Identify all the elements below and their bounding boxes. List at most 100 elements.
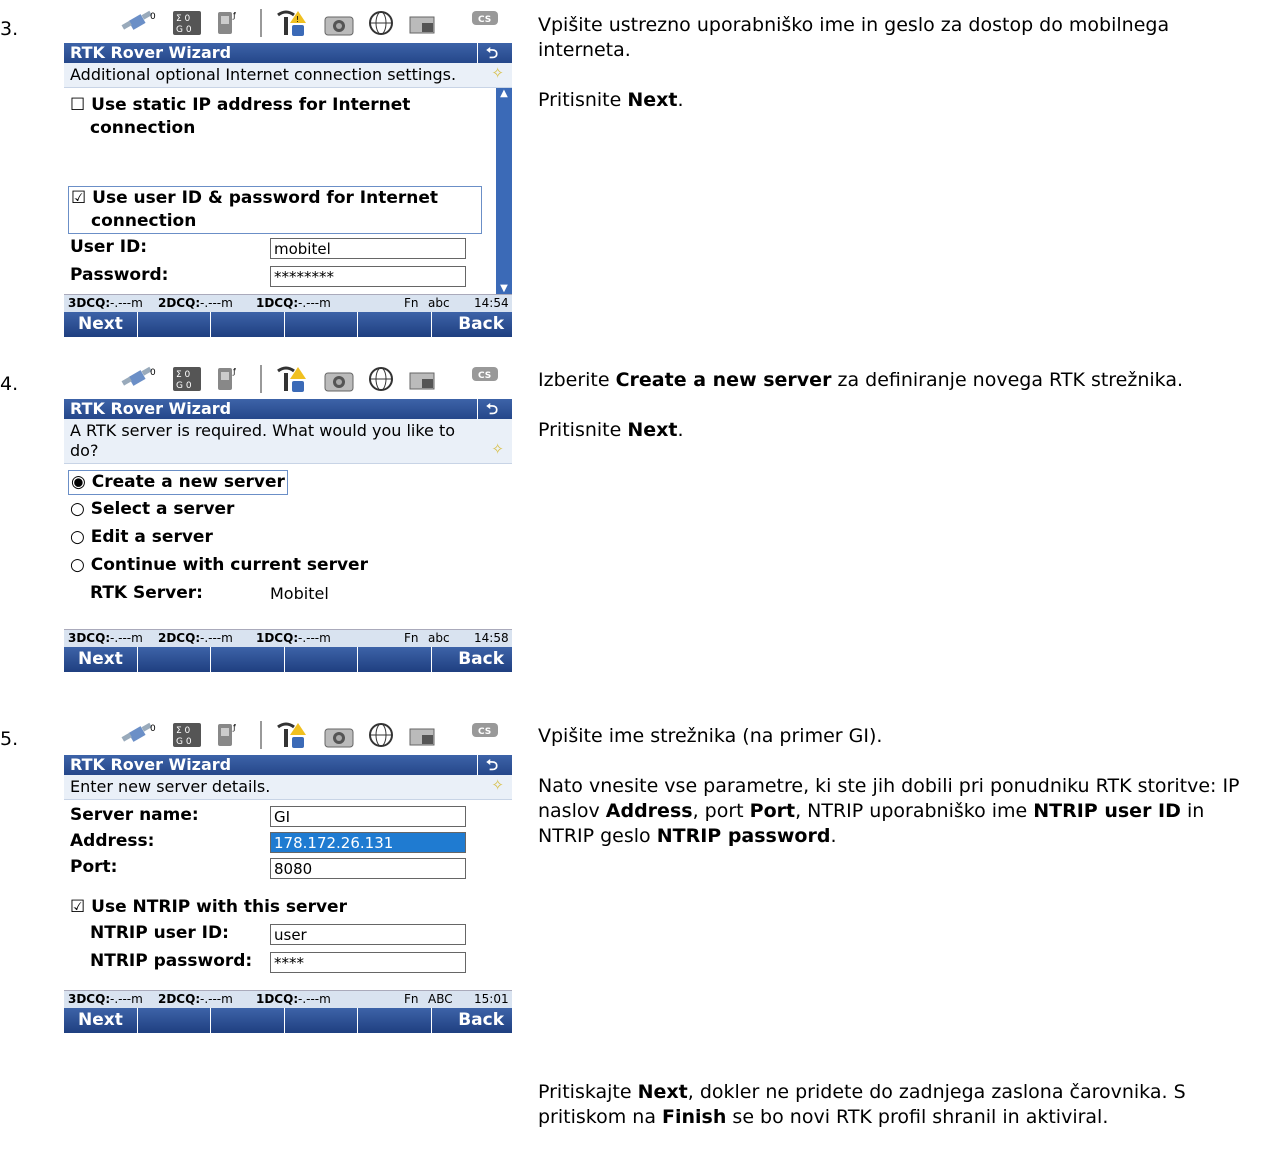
antenna-bluetooth-icon[interactable] xyxy=(274,721,308,749)
description-text: Izberite Create a new server za definira… xyxy=(538,369,1184,391)
camera-icon[interactable] xyxy=(322,721,356,749)
status-bar: 3DCQ: -.---m 2DCQ: -.---m 1DCQ: -.---m F… xyxy=(64,294,512,312)
sigma-g-icon[interactable]: Σ 0G 0 xyxy=(172,9,202,37)
camera-icon[interactable] xyxy=(322,365,356,393)
scroll-up-icon[interactable]: ▲ xyxy=(496,88,512,99)
svg-text:ƒ: ƒ xyxy=(232,723,236,732)
satellite-icon[interactable]: 0 xyxy=(120,721,160,749)
return-icon[interactable]: ⮌ xyxy=(477,399,506,419)
sim-card-icon[interactable]: ƒ xyxy=(214,9,238,37)
battery-icon[interactable] xyxy=(408,721,438,749)
cs-controller-icon[interactable]: CS xyxy=(468,9,502,37)
softkey-empty[interactable] xyxy=(285,1008,358,1033)
back-button[interactable]: Back xyxy=(432,1008,513,1033)
divider xyxy=(260,9,262,37)
cs-controller-icon[interactable]: CS xyxy=(468,721,502,749)
ntrip-password-input[interactable]: **** xyxy=(270,952,466,973)
battery-icon[interactable] xyxy=(408,9,438,37)
rtk-server-label: RTK Server: xyxy=(90,583,203,603)
sim-card-icon[interactable]: ƒ xyxy=(214,365,238,393)
cs-controller-icon[interactable]: CS xyxy=(468,365,502,393)
softkey-empty[interactable] xyxy=(358,1008,432,1033)
status-1dcq-value: -.---m xyxy=(298,631,331,645)
user-id-input[interactable]: mobitel xyxy=(270,238,466,259)
field-label-password: Password: xyxy=(70,265,169,285)
checkbox-static-ip[interactable]: ☐ Use static IP address for Internet con… xyxy=(70,94,410,140)
scroll-down-icon[interactable]: ▼ xyxy=(496,283,512,294)
svg-text:CS: CS xyxy=(478,727,491,737)
field-label-ntrip-user: NTRIP user ID: xyxy=(90,923,229,943)
battery-icon[interactable] xyxy=(408,365,438,393)
status-1dcq-label: 1DCQ: xyxy=(256,296,299,310)
softkey-empty[interactable] xyxy=(138,312,211,337)
address-input[interactable]: 178.172.26.131 xyxy=(270,832,466,853)
next-button[interactable]: Next xyxy=(64,312,138,337)
radio-unselected-icon: ○ xyxy=(70,527,85,547)
device-screen-step5: 0 Σ 0G 0 ƒ CS RTK Rover Wizard ⮌ Enter n… xyxy=(64,717,512,1033)
server-name-input[interactable]: GI xyxy=(270,806,466,827)
next-button[interactable]: Next xyxy=(64,1008,138,1033)
svg-text:0: 0 xyxy=(150,12,156,22)
wizard-title: RTK Rover Wizard xyxy=(70,399,232,418)
radio-select-server[interactable]: ○ Select a server xyxy=(70,498,234,521)
sigma-g-icon[interactable]: Σ 0G 0 xyxy=(172,365,202,393)
radio-continue-server[interactable]: ○ Continue with current server xyxy=(70,554,368,577)
globe-icon[interactable] xyxy=(366,365,396,393)
softkey-empty[interactable] xyxy=(211,1008,285,1033)
wand-icon: ✧ xyxy=(491,776,504,794)
status-time: 15:01 xyxy=(474,992,509,1006)
step-number: 5. xyxy=(0,728,19,750)
return-icon[interactable]: ⮌ xyxy=(477,755,506,775)
status-input-mode: ABC xyxy=(428,992,453,1006)
status-1dcq-label: 1DCQ: xyxy=(256,992,299,1006)
final-instructions: Pritiskajte Next, dokler ne pridete do z… xyxy=(538,1080,1263,1155)
softkey-empty[interactable] xyxy=(285,312,358,337)
checkbox-checked-icon: ☑ xyxy=(71,188,87,208)
radio-create-server[interactable]: ◉ Create a new server xyxy=(68,470,288,495)
radio-label: Continue with current server xyxy=(90,555,368,575)
status-2dcq-label: 2DCQ: xyxy=(158,992,201,1006)
softkey-bar: Next Back xyxy=(64,647,512,672)
status-2dcq-label: 2DCQ: xyxy=(158,296,201,310)
port-input[interactable]: 8080 xyxy=(270,858,466,879)
camera-icon[interactable] xyxy=(322,9,356,37)
radio-edit-server[interactable]: ○ Edit a server xyxy=(70,526,213,549)
checkbox-label: Use static IP address for Internet xyxy=(91,95,411,115)
softkey-empty[interactable] xyxy=(358,312,432,337)
softkey-empty[interactable] xyxy=(358,647,432,672)
description-text: Pritisnite Next. xyxy=(538,419,684,441)
password-input[interactable]: ******** xyxy=(270,266,466,287)
checkbox-user-password[interactable]: ☑ Use user ID & password for Internet co… xyxy=(68,186,482,234)
checkbox-use-ntrip[interactable]: ☑ Use NTRIP with this server xyxy=(70,896,347,919)
divider xyxy=(260,721,262,749)
wizard-subtitle: Additional optional Internet connection … xyxy=(64,63,512,88)
softkey-empty[interactable] xyxy=(138,647,211,672)
description-text: Vpišite ime strežnika (na primer GI). xyxy=(538,725,883,747)
next-button[interactable]: Next xyxy=(64,647,138,672)
satellite-icon[interactable]: 0 xyxy=(120,365,160,393)
status-input-mode: abc xyxy=(428,631,450,645)
subtitle-text: A RTK server is required. What would you… xyxy=(70,421,456,460)
satellite-icon[interactable]: 0 xyxy=(120,9,160,37)
antenna-bluetooth-icon[interactable] xyxy=(274,365,308,393)
softkey-empty[interactable] xyxy=(211,647,285,672)
back-button[interactable]: Back xyxy=(432,312,513,337)
softkey-empty[interactable] xyxy=(285,647,358,672)
back-button[interactable]: Back xyxy=(432,647,513,672)
status-fn: Fn xyxy=(404,992,419,1006)
return-icon[interactable]: ⮌ xyxy=(477,43,506,63)
softkey-empty[interactable] xyxy=(211,312,285,337)
checkbox-label: connection xyxy=(91,211,197,231)
globe-icon[interactable] xyxy=(366,721,396,749)
wizard-title: RTK Rover Wizard xyxy=(70,755,232,774)
softkey-empty[interactable] xyxy=(138,1008,211,1033)
ntrip-user-input[interactable]: user xyxy=(270,924,466,945)
scrollbar[interactable]: ▲ ▼ xyxy=(496,88,512,294)
radio-label: Edit a server xyxy=(90,527,213,547)
status-3dcq-value: -.---m xyxy=(110,631,143,645)
globe-icon[interactable] xyxy=(366,9,396,37)
step5-description: Vpišite ime strežnika (na primer GI). Na… xyxy=(538,724,1263,874)
sim-card-icon[interactable]: ƒ xyxy=(214,721,238,749)
sigma-g-icon[interactable]: Σ 0G 0 xyxy=(172,721,202,749)
antenna-bluetooth-icon[interactable]: ! xyxy=(274,9,308,37)
